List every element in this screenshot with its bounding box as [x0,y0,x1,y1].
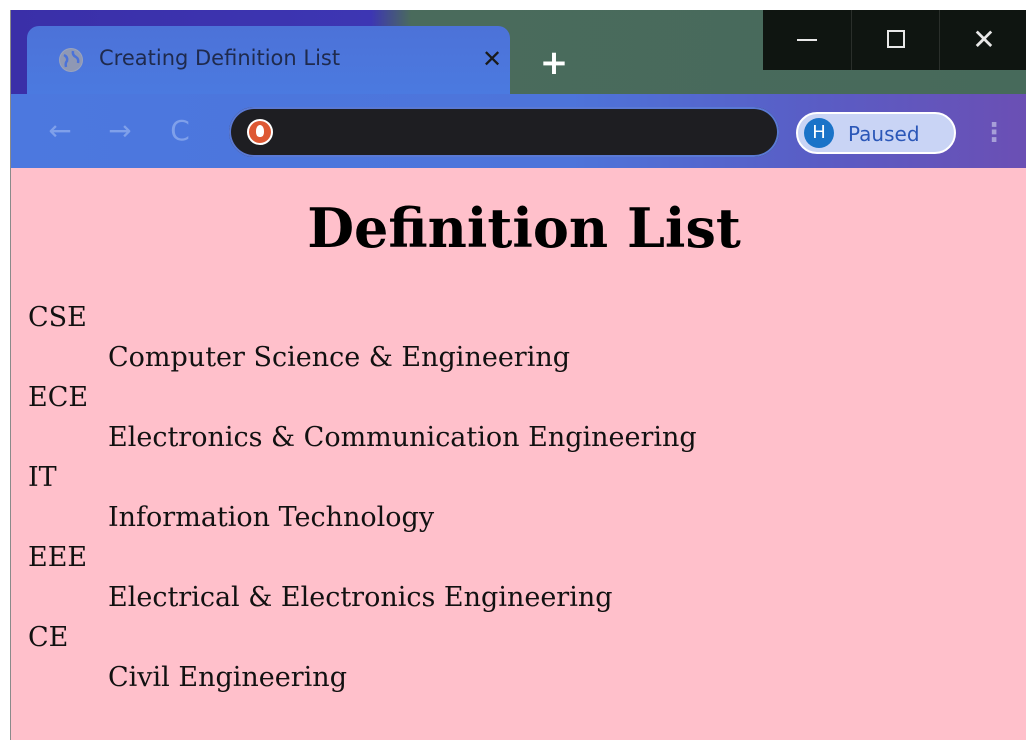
forward-arrow-icon[interactable]: → [103,114,137,148]
browser-window: Creating Definition List ✕ + ✕ ← → C H P… [10,10,1026,740]
back-arrow-icon[interactable]: ← [43,114,77,148]
term-cse: CSE [28,302,87,333]
new-tab-button[interactable]: + [539,46,569,80]
profile-button[interactable]: H Paused [796,112,956,154]
description-eee: Electrical & Electronics Engineering [108,582,613,613]
term-ece: ECE [28,382,89,413]
tab-close-icon[interactable]: ✕ [477,44,507,74]
duckduckgo-icon [247,119,273,145]
description-ce: Civil Engineering [108,662,347,693]
address-bar[interactable] [229,107,779,157]
term-eee: EEE [28,542,88,573]
description-it: Information Technology [108,502,435,533]
window-controls: ✕ [763,10,1026,70]
tab-title: Creating Definition List [99,46,341,70]
close-window-button[interactable]: ✕ [939,10,1026,70]
maximize-icon [887,30,905,48]
minimize-button[interactable] [763,10,851,70]
tab-creating-definition-list[interactable]: Creating Definition List ✕ [27,26,510,96]
kebab-menu-icon[interactable]: ⋮ [981,116,1007,150]
term-it: IT [28,462,57,493]
maximize-button[interactable] [851,10,939,70]
profile-status-label: Paused [848,122,920,146]
globe-icon [59,48,83,72]
description-cse: Computer Science & Engineering [108,342,571,373]
page-content: Definition List CSE Computer Science & E… [11,168,1026,740]
avatar: H [804,118,834,148]
page-title: Definition List [307,196,741,260]
description-ece: Electronics & Communication Engineering [108,422,697,453]
browser-toolbar: ← → C H Paused ⋮ [11,94,1026,168]
close-icon: ✕ [972,23,996,56]
definition-list: CSE Computer Science & Engineering ECE E… [28,298,697,698]
tab-strip: Creating Definition List ✕ + ✕ [11,10,1026,96]
term-ce: CE [28,622,69,653]
minimize-icon [797,39,817,41]
reload-icon[interactable]: C [163,114,197,148]
